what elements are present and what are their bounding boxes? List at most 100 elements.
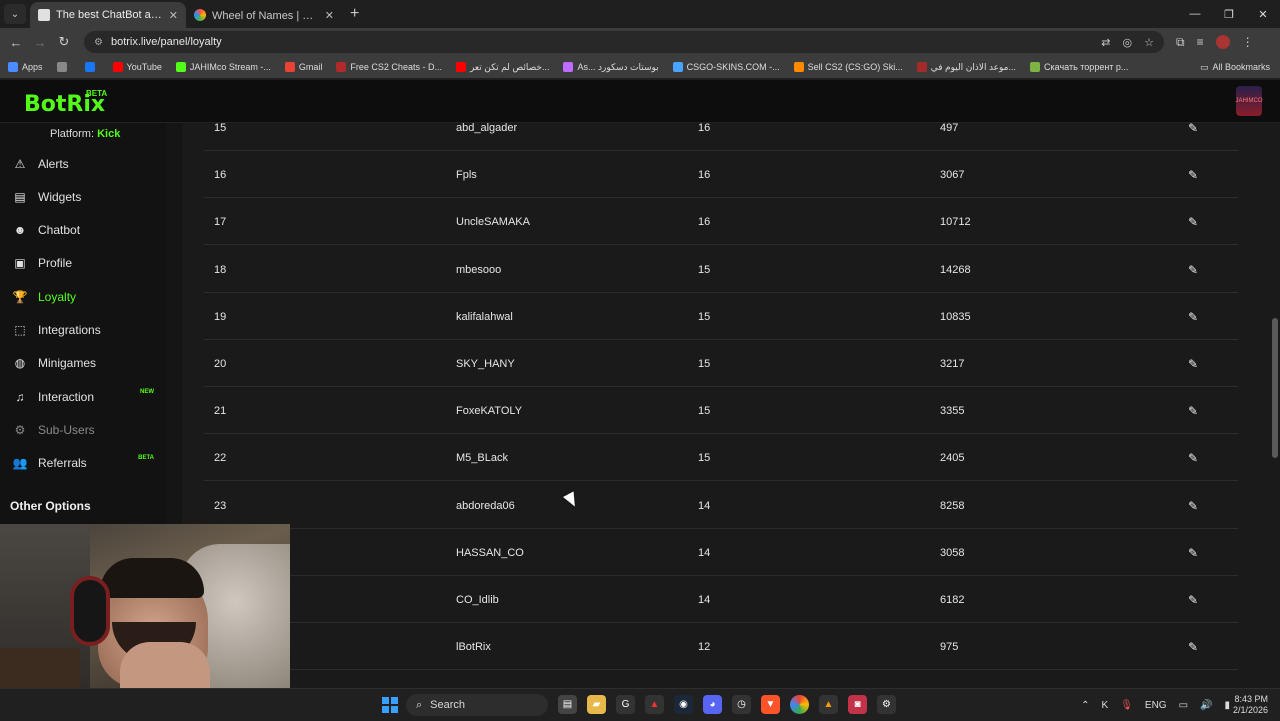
eye-off-icon[interactable]: ◎	[1123, 36, 1133, 49]
brave-icon[interactable]: ▼	[761, 695, 780, 714]
edit-pencil-icon[interactable]: ✎	[1188, 451, 1198, 465]
user-avatar[interactable]: JAHIMCO	[1236, 86, 1263, 116]
browser-tab-botrix[interactable]: The best ChatBot and Widgets ✕	[30, 2, 186, 28]
app-g-icon[interactable]: G	[616, 695, 635, 714]
bookmark-item[interactable]: CSGO-SKINS.COM -...	[672, 62, 780, 72]
other-options-heading[interactable]: Other Options	[10, 499, 91, 513]
points-cell: 975	[940, 641, 959, 654]
bookmark-item[interactable]: As... بوستات دسكورد	[563, 62, 659, 73]
taskbar-clock[interactable]: 8:43 PM 2/1/2026	[1233, 694, 1268, 716]
app-red-icon[interactable]: ▲	[645, 695, 664, 714]
profile-avatar[interactable]	[1215, 35, 1230, 49]
username-cell: CO_Idlib	[456, 594, 499, 606]
bookmark-item[interactable]: YouTube	[112, 62, 162, 72]
tray-chevron-icon[interactable]: ⌃	[1081, 700, 1089, 711]
edit-pencil-icon[interactable]: ✎	[1188, 168, 1198, 182]
edit-pencil-icon[interactable]: ✎	[1188, 404, 1198, 418]
bookmark-item[interactable]: JAHIMco Stream -...	[175, 62, 271, 72]
network-icon[interactable]: ▭	[1179, 700, 1188, 711]
edit-pencil-icon[interactable]: ✎	[1188, 640, 1198, 654]
close-tab-icon[interactable]: ✕	[325, 9, 334, 22]
sidebar-item-profile[interactable]: ▣ Profile	[12, 253, 162, 273]
bookmark-item[interactable]	[56, 62, 71, 72]
bookmark-favicon-icon	[84, 62, 95, 72]
chrome-icon[interactable]	[790, 695, 809, 714]
edit-pencil-icon[interactable]: ✎	[1188, 357, 1198, 371]
rank-cell: 23	[214, 499, 227, 512]
microphone-icon[interactable]: 🎙	[1120, 700, 1133, 711]
system-tray: ⌃ K 🎙 ENG ▭ 🔊 ▮	[1081, 689, 1230, 721]
app-clock-icon[interactable]: ◷	[732, 695, 751, 714]
sidebar-item-interaction[interactable]: ♫ Interaction NEW	[12, 387, 162, 407]
edit-pencil-icon[interactable]: ✎	[1188, 499, 1198, 513]
bookmark-item[interactable]: خصائص لم تكن تعر...	[455, 62, 549, 73]
folder-icon: ▭	[1199, 61, 1209, 72]
media-icon[interactable]: ≡	[1197, 35, 1204, 49]
restore-icon[interactable]: ❐	[1212, 0, 1246, 28]
bookmark-item[interactable]: موعد الاذان اليوم في...	[916, 62, 1016, 73]
back-icon[interactable]: ←	[4, 35, 28, 50]
search-icon: ⌕	[416, 698, 423, 711]
file-explorer-icon[interactable]: ▰	[587, 695, 606, 714]
edit-pencil-icon[interactable]: ✎	[1188, 215, 1198, 229]
sidebar-item-loyalty[interactable]: 🏆 Loyalty	[12, 287, 162, 307]
sidebar-item-chatbot[interactable]: ☻ Chatbot	[12, 220, 162, 240]
level-cell: 15	[698, 263, 711, 276]
bookmark-item[interactable]: Gmail	[284, 62, 322, 72]
battery-icon[interactable]: ▮	[1224, 700, 1230, 711]
translate-icon[interactable]: ⇄	[1101, 36, 1110, 49]
menu-icon[interactable]: ⋮	[1242, 35, 1254, 49]
sidebar-item-integrations[interactable]: ⬚ Integrations	[12, 320, 162, 340]
bookmark-item[interactable]: Sell CS2 (CS:GO) Ski...	[793, 62, 903, 72]
taskbar-search[interactable]: ⌕ Search	[406, 694, 548, 716]
level-cell: 16	[698, 216, 711, 229]
bookmark-star-icon[interactable]: ☆	[1144, 36, 1154, 49]
edit-pencil-icon[interactable]: ✎	[1188, 310, 1198, 324]
clock-date: 2/1/2026	[1232, 705, 1268, 715]
tab-search-button[interactable]: ⌄	[4, 4, 26, 24]
steam-icon[interactable]: ◉	[674, 695, 693, 714]
sidebar-item-sub-users[interactable]: ⚙ Sub-Users	[12, 420, 162, 440]
windows-start-icon[interactable]	[382, 697, 398, 713]
settings-icon[interactable]: ⚙	[877, 695, 896, 714]
edit-pencil-icon[interactable]: ✎	[1188, 546, 1198, 560]
platform-indicator: Platform: Kick	[50, 128, 120, 140]
close-window-icon[interactable]: ✕	[1246, 0, 1280, 28]
volume-icon[interactable]: 🔊	[1200, 700, 1212, 711]
close-tab-icon[interactable]: ✕	[169, 9, 178, 22]
reload-icon[interactable]: ↻	[52, 34, 76, 50]
edit-pencil-icon[interactable]: ✎	[1188, 593, 1198, 607]
bookmark-item[interactable]: Apps	[8, 62, 43, 72]
webcam-overlay	[0, 524, 290, 688]
minimize-icon[interactable]: —	[1178, 0, 1212, 28]
browser-tab-wheel-of-names[interactable]: Wheel of Names | اسم العشوائي ✕	[186, 2, 342, 28]
bookmark-item[interactable]: Скачать торрент p...	[1030, 62, 1128, 72]
sidebar-item-alerts[interactable]: ⚠ Alerts	[12, 154, 162, 174]
new-tab-button[interactable]: +	[350, 5, 359, 23]
platform-label: Platform:	[50, 128, 95, 140]
extensions-icon[interactable]: ⧉	[1176, 35, 1185, 50]
forward-icon[interactable]: →	[28, 35, 52, 50]
app-pink-icon[interactable]: ◙	[848, 695, 867, 714]
discord-icon[interactable]: ◕	[703, 695, 722, 714]
sidebar-item-widgets[interactable]: ▤ Widgets	[12, 187, 162, 207]
users-icon: 👥	[12, 456, 28, 470]
site-info-icon[interactable]: ⚙	[94, 37, 103, 48]
sidebar-item-label: Sub-Users	[38, 423, 95, 437]
address-bar[interactable]: ⚙ botrix.live/panel/loyalty ⇄ ◎ ☆	[84, 31, 1164, 53]
all-bookmarks[interactable]: ▭ All Bookmarks	[1200, 62, 1270, 73]
logo-beta-badge: BETA	[86, 89, 108, 98]
sidebar-item-minigames[interactable]: ◍ Minigames	[12, 353, 162, 373]
bookmark-item[interactable]: Free CS2 Cheats - D...	[336, 62, 442, 72]
task-view-icon[interactable]: ▤	[558, 695, 577, 714]
sidebar-item-referrals[interactable]: 👥 Referrals BETA	[12, 453, 162, 473]
kick-tray-icon[interactable]: K	[1102, 700, 1109, 711]
points-cell: 3217	[940, 358, 965, 370]
bookmark-item[interactable]	[84, 62, 99, 72]
edit-pencil-icon[interactable]: ✎	[1188, 263, 1198, 277]
edit-pencil-icon[interactable]: ✎	[1188, 121, 1198, 135]
page-scrollbar-thumb[interactable]	[1272, 318, 1278, 458]
bookmark-favicon-icon	[112, 62, 123, 72]
language-indicator[interactable]: ENG	[1145, 700, 1167, 711]
app-orange-icon[interactable]: ▲	[819, 695, 838, 714]
